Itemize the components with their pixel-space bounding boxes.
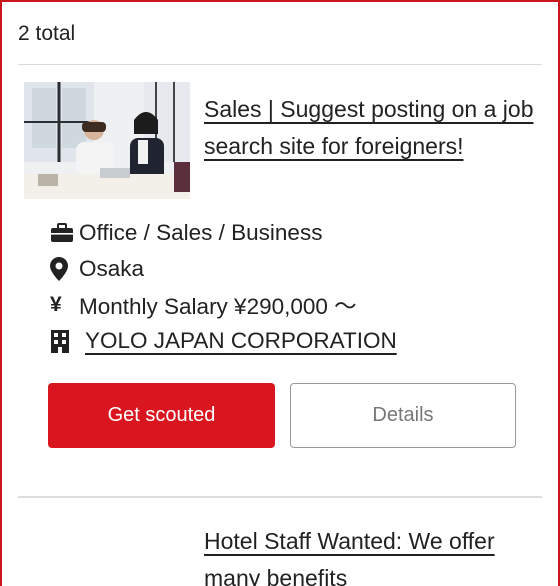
job-list-panel: 2 total Sales | Suggest posting on a job…: [0, 0, 560, 586]
company-link[interactable]: YOLO JAPAN CORPORATION: [85, 328, 397, 354]
job-thumbnail[interactable]: [24, 82, 190, 199]
office-photo-image: [24, 82, 190, 199]
get-scouted-button[interactable]: Get scouted: [48, 383, 275, 448]
job-category-text: Office / Sales / Business: [79, 220, 323, 245]
job-title-link[interactable]: Hotel Staff Wanted: We offer many benefi…: [204, 523, 534, 586]
divider: [18, 64, 542, 65]
building-icon: [50, 329, 76, 353]
job-location-text: Osaka: [79, 256, 145, 281]
job-salary: ¥ Monthly Salary ¥290,000 ～: [50, 290, 357, 320]
details-button[interactable]: Details: [290, 383, 516, 448]
divider: [18, 496, 542, 498]
job-company: YOLO JAPAN CORPORATION: [50, 326, 397, 356]
map-pin-icon: [50, 257, 76, 281]
yen-icon: ¥: [50, 293, 62, 316]
briefcase-icon: [50, 223, 76, 243]
job-salary-text: Monthly Salary ¥290,000 ～: [79, 294, 357, 319]
job-title-link[interactable]: Sales | Suggest posting on a job search …: [204, 91, 534, 165]
job-title-text[interactable]: Hotel Staff Wanted: We offer many benefi…: [204, 528, 495, 586]
job-title-text[interactable]: Sales | Suggest posting on a job search …: [204, 96, 533, 159]
job-location: Osaka: [50, 254, 144, 284]
results-total: 2 total: [18, 22, 76, 45]
job-category: Office / Sales / Business: [50, 218, 322, 248]
